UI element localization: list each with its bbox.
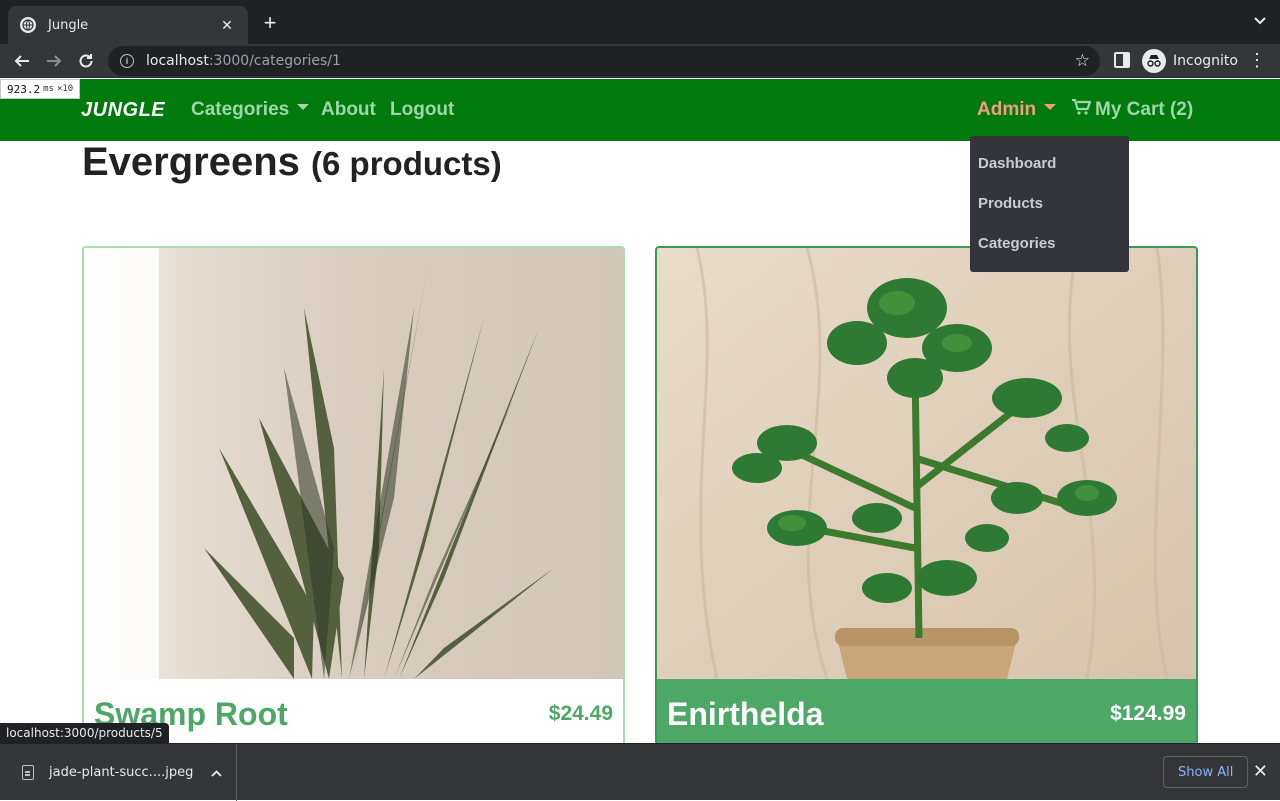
downloads-bar: jade-plant-succ....jpeg Show All ✕ bbox=[0, 743, 1280, 801]
cart-link[interactable]: My Cart (2) bbox=[1072, 98, 1194, 121]
forward-arrow-icon[interactable] bbox=[42, 49, 66, 73]
close-icon[interactable]: ✕ bbox=[1253, 761, 1268, 782]
perf-unit: ms bbox=[43, 84, 54, 94]
new-tab-icon[interactable]: + bbox=[258, 12, 282, 34]
address-bar[interactable]: i localhost:3000/categories/1 ☆ bbox=[108, 46, 1100, 76]
download-file-name: jade-plant-succ....jpeg bbox=[49, 765, 194, 780]
product-name[interactable]: Enirthelda bbox=[667, 696, 823, 733]
side-panel-icon[interactable] bbox=[1114, 52, 1130, 68]
about-link[interactable]: About bbox=[321, 99, 376, 121]
brand-logo[interactable]: JUNGLE bbox=[81, 99, 165, 122]
product-price: $124.99 bbox=[1110, 702, 1186, 725]
perf-value: 923.2 bbox=[7, 82, 41, 96]
browser-tab-bar: Jungle ✕ + bbox=[0, 0, 1280, 44]
cart-label: My Cart (2) bbox=[1095, 99, 1194, 120]
browser-toolbar: i localhost:3000/categories/1 ☆ Incognit… bbox=[0, 44, 1280, 78]
caret-down-icon bbox=[297, 103, 310, 110]
shopping-cart-icon bbox=[1072, 98, 1092, 120]
dropdown-item-categories[interactable]: Categories bbox=[970, 234, 1129, 274]
close-tab-icon[interactable]: ✕ bbox=[218, 17, 236, 34]
product-card[interactable]: Enirthelda $124.99 bbox=[655, 246, 1198, 746]
url-path: :3000/categories/1 bbox=[208, 53, 341, 69]
back-arrow-icon[interactable] bbox=[10, 49, 34, 73]
categories-dropdown[interactable]: Categories bbox=[191, 99, 310, 121]
dropdown-item-dashboard[interactable]: Dashboard bbox=[970, 154, 1129, 194]
caret-down-icon bbox=[1044, 103, 1057, 110]
chevron-up-icon[interactable] bbox=[211, 766, 222, 780]
product-price: $24.49 bbox=[548, 702, 613, 725]
bookmark-star-icon[interactable]: ☆ bbox=[1075, 51, 1090, 71]
browser-menu-icon[interactable]: ⋮ bbox=[1248, 50, 1266, 71]
admin-dropdown[interactable]: Admin bbox=[977, 99, 1057, 121]
admin-dropdown-menu: Dashboard Products Categories bbox=[970, 136, 1129, 272]
perf-overlay: 923.2 ms ×10 bbox=[0, 79, 81, 99]
tab-title: Jungle bbox=[48, 17, 89, 33]
dropdown-item-products[interactable]: Products bbox=[970, 194, 1129, 234]
incognito-icon bbox=[1142, 49, 1166, 73]
globe-icon bbox=[20, 17, 36, 33]
status-url: localhost:3000/products/5 bbox=[0, 723, 169, 743]
download-item[interactable]: jade-plant-succ....jpeg bbox=[0, 744, 237, 801]
show-all-button[interactable]: Show All bbox=[1163, 756, 1249, 788]
categories-label: Categories bbox=[191, 99, 290, 120]
url-host: localhost bbox=[146, 53, 209, 69]
reload-icon[interactable] bbox=[74, 49, 98, 73]
incognito-label: Incognito bbox=[1173, 53, 1238, 69]
incognito-profile[interactable]: Incognito bbox=[1142, 48, 1238, 74]
browser-tab[interactable]: Jungle ✕ bbox=[8, 6, 248, 44]
logout-link[interactable]: Logout bbox=[390, 99, 454, 121]
snake-plant-image[interactable] bbox=[84, 248, 623, 679]
product-card-footer: Enirthelda $124.99 bbox=[657, 679, 1196, 744]
jade-plant-image[interactable] bbox=[657, 248, 1196, 679]
product-card[interactable]: Swamp Root $24.49 bbox=[82, 246, 625, 746]
info-icon[interactable]: i bbox=[120, 54, 134, 68]
file-icon bbox=[22, 765, 34, 780]
product-count: (6 products) bbox=[311, 145, 502, 182]
tab-search-chevron-icon[interactable] bbox=[1254, 14, 1266, 28]
perf-multiplier: ×10 bbox=[56, 84, 74, 94]
site-navbar: JUNGLE Categories About Logout Admin My … bbox=[0, 79, 1280, 141]
page-title: Evergreens (6 products) bbox=[82, 140, 502, 185]
admin-label: Admin bbox=[977, 99, 1037, 120]
category-name: Evergreens bbox=[82, 140, 300, 184]
